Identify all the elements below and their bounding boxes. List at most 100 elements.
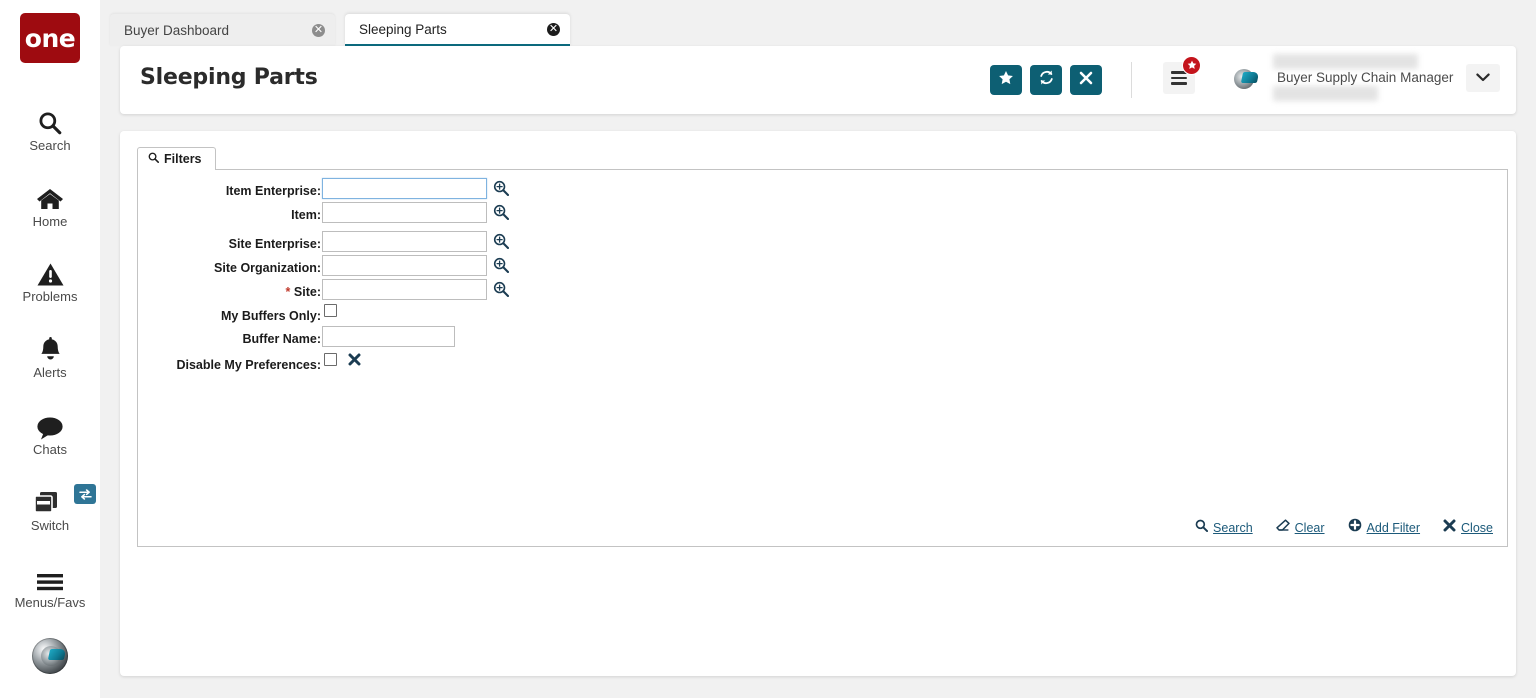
field-label: Site: [293,285,321,299]
item-lookup-icon[interactable] [493,204,510,221]
star-icon [998,70,1014,91]
tab-buyer-dashboard[interactable]: Buyer Dashboard ✕ [110,14,335,46]
menu-badge [1182,56,1201,75]
field-label: Buffer Name: [242,332,322,346]
site-lookup-icon[interactable] [493,281,510,298]
field-row-site-organization: Site Organization: [138,255,1509,279]
close-action[interactable]: Close [1443,519,1493,537]
tab-label: Sleeping Parts [359,21,447,37]
sidebar-item-label: Alerts [33,365,67,380]
page-header: Sleeping Parts Buyer Supply Chain Manage… [120,46,1516,114]
sidebar-item-problems[interactable]: Problems [0,257,100,304]
close-circle-icon[interactable]: ✕ [547,22,560,36]
chat-bubble-icon [36,410,64,440]
page-title: Sleeping Parts [140,65,318,90]
warning-triangle-icon [37,257,64,287]
home-icon [36,182,64,212]
hamburger-icon [35,563,65,593]
buffer-name-input[interactable] [322,326,455,347]
main-content-panel: Filters Item Enterprise: Item: Site Ente… [120,131,1516,676]
user-role-label: Buyer Supply Chain Manager [1277,70,1454,85]
action-label: Close [1461,520,1493,535]
my-buffers-only-checkbox[interactable] [324,304,337,317]
field-row-disable-my-preferences: Disable My Preferences: [138,353,1509,377]
hamburger-icon [1171,71,1187,85]
sidebar-item-label: Home [32,214,68,229]
tab-sleeping-parts[interactable]: Sleeping Parts ✕ [345,14,570,46]
application-root: one Search Home Problems Alerts Chats Sw… [0,0,1536,698]
field-row-site: * Site: [138,279,1509,303]
action-label: Search [1213,520,1253,535]
sidebar-item-label: Problems [22,289,78,304]
sidebar-item-chats[interactable]: Chats [0,410,100,457]
chevron-down-icon [1476,69,1490,87]
x-bold-icon[interactable] [348,353,361,371]
close-button[interactable] [1070,65,1102,95]
header-avatar[interactable] [1225,61,1263,99]
sidebar-item-home[interactable]: Home [0,182,100,229]
sidebar-item-label: Menus/Favs [14,595,86,610]
search-icon [148,150,159,168]
required-asterisk: * [285,285,291,299]
action-label: Clear [1294,520,1325,535]
item-enterprise-lookup-icon[interactable] [493,180,510,197]
field-row-item-enterprise: Item Enterprise: [138,178,1509,202]
tab-filters-label: Filters [164,152,202,166]
tab-filters[interactable]: Filters [137,147,216,170]
refresh-button[interactable] [1030,65,1062,95]
redacted-user-name-bottom [1273,86,1378,101]
field-label-site: * Site: [286,282,321,302]
search-icon [37,106,63,136]
field-label: Disable My Preferences: [176,358,321,372]
bell-icon [38,333,63,363]
site-enterprise-input[interactable] [322,231,487,252]
clear-action[interactable]: Clear [1275,518,1325,537]
sidebar-item-alerts[interactable]: Alerts [0,333,100,380]
search-icon [1195,519,1209,537]
left-sidebar: one Search Home Problems Alerts Chats Sw… [0,0,100,698]
item-input[interactable] [322,202,487,223]
site-organization-lookup-icon[interactable] [493,257,510,274]
add-filter-action[interactable]: Add Filter [1348,518,1421,537]
field-row-item: Item: [138,202,1509,226]
site-enterprise-lookup-icon[interactable] [493,233,510,250]
favorite-button[interactable] [990,65,1022,95]
field-label: My Buffers Only: [220,309,321,323]
star-icon [1187,57,1197,75]
tab-label: Buyer Dashboard [124,22,230,38]
disable-my-preferences-checkbox[interactable] [324,353,337,366]
header-divider [1131,62,1132,98]
windows-stack-icon [0,484,100,516]
redacted-user-name-top [1273,54,1418,69]
field-row-my-buffers-only: My Buffers Only: [138,304,1509,328]
sidebar-item-search[interactable]: Search [0,106,100,153]
user-menu-dropdown-button[interactable] [1466,64,1500,92]
swap-arrows-icon[interactable] [74,484,96,504]
sidebar-item-label: Chats [33,442,67,457]
filters-form: Item Enterprise: Item: Site Enterprise: [137,169,1508,547]
site-organization-input[interactable] [322,255,487,276]
filters-actions: Search Clear Add Filter Close [1195,518,1493,537]
eraser-icon [1275,518,1290,537]
one-logo[interactable]: one [20,13,80,63]
site-input[interactable] [322,279,487,300]
one-logo-text: one [24,23,76,53]
plus-circle-icon [1348,518,1362,537]
field-label: Item: [291,208,321,222]
x-icon [1079,71,1093,90]
field-row-site-enterprise: Site Enterprise: [138,231,1509,255]
user-avatar-icon [32,638,68,674]
item-enterprise-input[interactable] [322,178,487,199]
sidebar-item-label: Search [29,138,71,153]
sidebar-user-avatar[interactable] [0,638,100,674]
refresh-icon [1038,69,1055,91]
sidebar-item-switch[interactable]: Switch [0,484,100,533]
action-label: Add Filter [1366,520,1421,535]
sidebar-item-label: Switch [30,518,70,533]
field-label: Site Enterprise: [228,237,321,251]
sidebar-item-menus-favs[interactable]: Menus/Favs [0,563,100,610]
field-label: Item Enterprise: [225,184,321,198]
x-bold-icon [1443,519,1456,537]
search-action[interactable]: Search [1195,519,1253,537]
close-circle-icon[interactable]: ✕ [312,23,325,37]
